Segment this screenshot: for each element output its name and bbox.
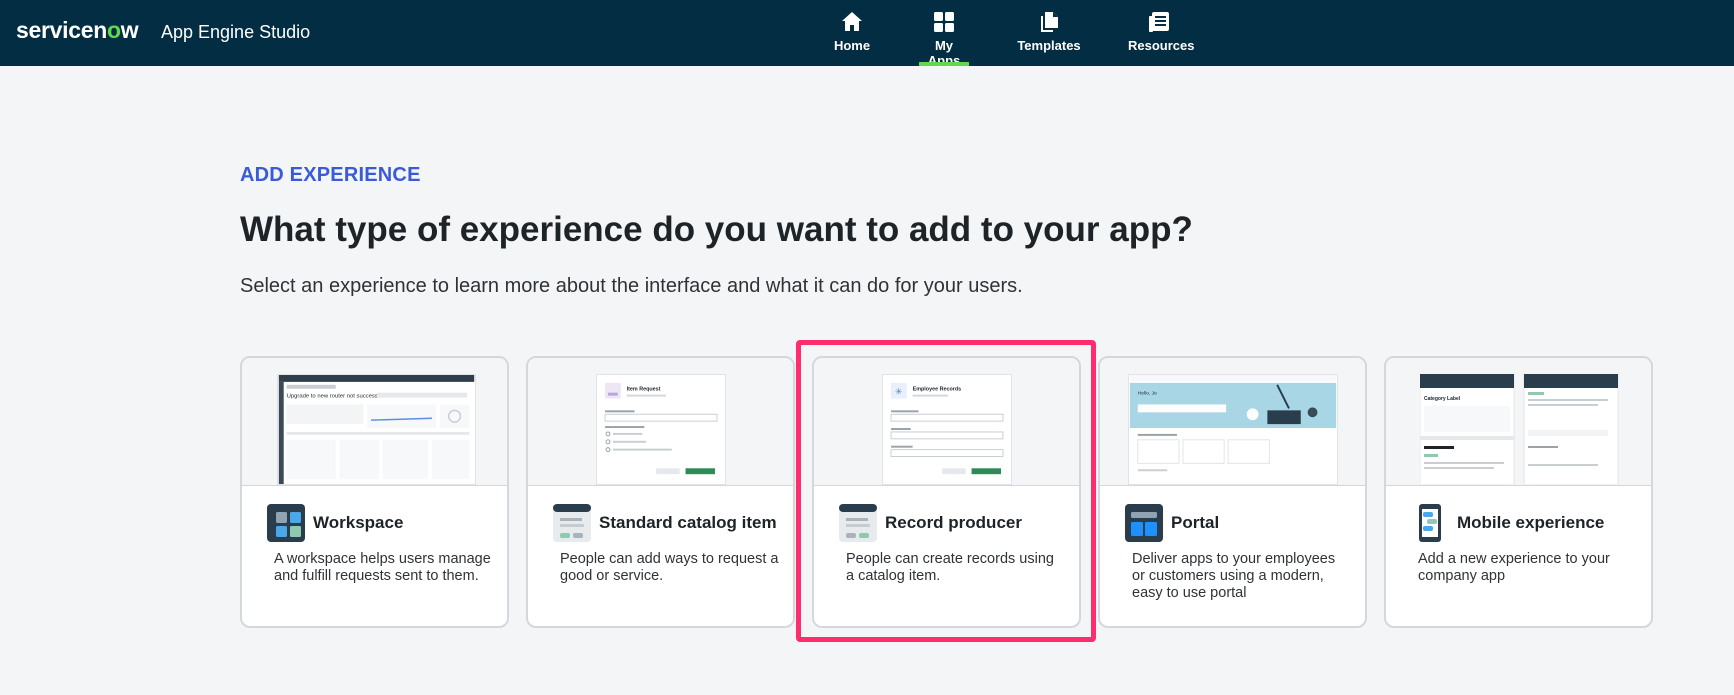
nav-my-apps[interactable]: My Apps xyxy=(919,8,969,68)
card-description: People can add ways to request a good or… xyxy=(560,551,779,584)
card-title: Mobile experience xyxy=(1457,513,1605,532)
mobile-icon xyxy=(1419,504,1441,542)
logo-text: servicen xyxy=(16,17,107,43)
page-subtitle: Select an experience to learn more about… xyxy=(240,275,1023,297)
card-description: Add a new experience to your company app xyxy=(1418,551,1610,584)
nav-my-apps-label: My Apps xyxy=(927,38,961,68)
card-title: Workspace xyxy=(313,513,404,532)
card-title: Portal xyxy=(1171,513,1220,532)
card-workspace[interactable]: Upgrade to new router not successful Wor… xyxy=(240,356,509,628)
nav-templates-label: Templates xyxy=(1017,38,1081,53)
logo-accent: o xyxy=(106,17,121,43)
section-eyebrow: ADD EXPERIENCE xyxy=(240,164,421,186)
card-title: Record producer xyxy=(885,513,1022,532)
portal-icon xyxy=(1125,504,1163,542)
nav-templates[interactable]: Templates xyxy=(1017,8,1081,66)
templates-icon xyxy=(1041,12,1058,32)
logo-text-end: w xyxy=(120,17,139,43)
svg-text:✳: ✳ xyxy=(895,388,902,398)
home-icon xyxy=(842,12,862,31)
portal-preview: Hello, Jo xyxy=(1100,358,1365,486)
nav-resources[interactable]: Resources xyxy=(1128,8,1195,66)
card-title: Standard catalog item xyxy=(599,513,777,532)
grid-icon xyxy=(934,12,954,32)
mobile-preview: Category Label xyxy=(1386,358,1651,486)
workspace-preview: Upgrade to new router not successful xyxy=(242,358,507,486)
record-preview-image: ✳ Employee Records xyxy=(882,374,1012,485)
top-nav-bar: servicenow App Engine Studio Home My App… xyxy=(0,0,1734,68)
card-record-producer[interactable]: ✳ Employee Records Record producer Peopl… xyxy=(812,356,1081,628)
catalog-item-icon xyxy=(553,504,591,542)
portal-preview-image: Hello, Jo xyxy=(1128,374,1338,485)
card-description: Deliver apps to your employees or custom… xyxy=(1132,551,1336,601)
workspace-icon xyxy=(267,504,305,542)
app-title: App Engine Studio xyxy=(161,22,311,42)
nav-resources-label: Resources xyxy=(1128,38,1195,53)
card-standard-catalog-item[interactable]: Item Request Standard catalog item Peopl… xyxy=(526,356,795,628)
card-description: People can create records using a catalo… xyxy=(846,551,1054,584)
record-preview: ✳ Employee Records xyxy=(814,358,1079,486)
servicenow-logo[interactable]: servicenow xyxy=(16,17,139,44)
mobile-preview-heading: Category Label xyxy=(1424,396,1461,402)
nav-home[interactable]: Home xyxy=(833,8,871,66)
workspace-preview-image: Upgrade to new router not successful xyxy=(277,374,476,485)
catalog-preview-image: Item Request xyxy=(596,374,726,485)
page-title: What type of experience do you want to a… xyxy=(240,210,1193,249)
record-producer-icon xyxy=(839,504,877,542)
record-preview-heading: Employee Records xyxy=(913,387,962,393)
resources-icon xyxy=(1149,12,1169,32)
nav-home-label: Home xyxy=(833,38,871,53)
mobile-preview-image: Category Label xyxy=(1420,374,1619,485)
workspace-preview-heading: Upgrade to new router not successful xyxy=(287,394,384,400)
card-description: A workspace helps users manage and fulfi… xyxy=(274,551,491,584)
card-portal[interactable]: Hello, Jo Portal Deliver apps to your em… xyxy=(1098,356,1367,628)
card-mobile-experience[interactable]: Category Label Mobile experience Add a n… xyxy=(1384,356,1653,628)
portal-preview-heading: Hello, Jo xyxy=(1138,391,1157,397)
catalog-preview-heading: Item Request xyxy=(627,387,661,393)
catalog-preview: Item Request xyxy=(528,358,793,486)
